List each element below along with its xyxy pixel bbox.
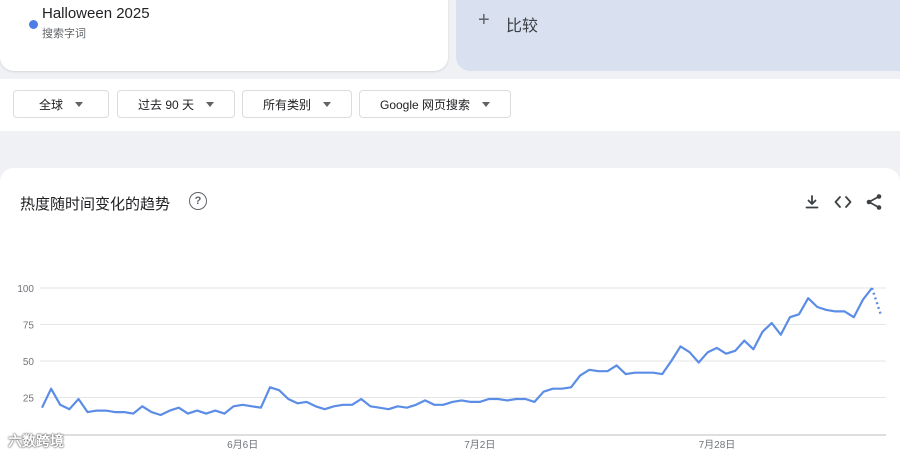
compare-label: 比较 (506, 18, 539, 35)
y-tick-label: 25 (23, 394, 35, 405)
compare-button[interactable]: + 比较 (456, 0, 900, 71)
search-type-filter-label: Google 网页搜索 (379, 97, 471, 112)
watermark-logo: 六数跨境 (8, 433, 64, 449)
time-range-filter[interactable]: 过去 90 天 (117, 90, 235, 118)
partial-data-line (870, 287, 882, 315)
search-term-card[interactable]: Halloween 2025 搜索字词 (0, 0, 448, 71)
series-color-dot (29, 20, 38, 29)
plus-icon: + (478, 9, 490, 31)
x-tick-label: 7月2日 (464, 439, 495, 451)
y-tick-label: 75 (23, 321, 35, 332)
y-tick-label: 100 (17, 284, 34, 295)
dropdown-arrow-icon (482, 101, 491, 107)
search-term-type: 搜索字词 (42, 28, 86, 40)
x-tick-label: 7月28日 (699, 439, 736, 451)
region-filter[interactable]: 全球 (13, 90, 109, 118)
region-filter-label: 全球 (38, 97, 63, 112)
search-type-filter[interactable]: Google 网页搜索 (359, 90, 511, 118)
search-term-name: Halloween 2025 (42, 5, 150, 22)
dropdown-arrow-icon (206, 101, 215, 107)
dropdown-arrow-icon (75, 101, 83, 107)
series-line (41, 287, 873, 417)
category-filter[interactable]: 所有类别 (242, 90, 352, 118)
x-tick-label: 6月6日 (227, 439, 258, 451)
filter-bar: 全球 过去 90 天 所有类别 Google 网页搜索 (0, 79, 900, 131)
category-filter-label: 所有类别 (262, 97, 311, 112)
y-tick-label: 50 (23, 357, 35, 368)
dropdown-arrow-icon (323, 101, 331, 107)
time-range-filter-label: 过去 90 天 (137, 97, 195, 112)
interest-line-chart: 100 75 50 25 6月6日 7月2日 7月28日 (17, 284, 886, 451)
